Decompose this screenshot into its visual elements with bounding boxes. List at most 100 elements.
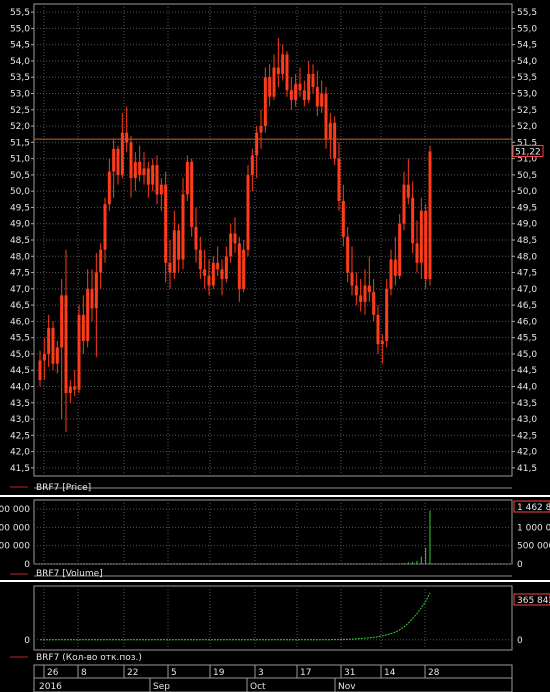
y-tick-label: 52,0	[517, 122, 537, 132]
candle-body	[224, 256, 228, 280]
volume-legend: BRF7 [Volume]	[36, 569, 103, 579]
candle-body	[86, 288, 90, 341]
candle-body	[255, 132, 259, 156]
candle-body	[419, 210, 423, 263]
candle-body	[142, 168, 146, 175]
y-tick-label: 55,0	[10, 24, 30, 34]
candle-body	[363, 285, 367, 302]
y-tick-label: 44,5	[10, 366, 30, 376]
date-day-label: 17	[300, 668, 311, 678]
y-tick-label: 44,5	[517, 366, 537, 376]
candle-body	[367, 285, 371, 293]
candle-body	[190, 161, 194, 227]
openint-gridlines	[34, 586, 512, 650]
volume-y-axis-right: 0 500 000 1 000 000	[517, 523, 550, 570]
candle-body	[73, 386, 77, 390]
volume-panel[interactable]: 0 500 000 1 000 000 1 500 000 0 500 000 1 000…	[0, 499, 550, 570]
date-day-label: 14	[384, 668, 396, 678]
y-tick-label: 46,5	[517, 301, 537, 311]
candle-body	[112, 148, 116, 172]
y-tick-label: 46,0	[10, 317, 30, 327]
candle-body	[107, 171, 111, 205]
candle-body	[64, 295, 68, 393]
openint-y-axis-right: 0	[517, 636, 523, 646]
candle-body	[216, 262, 220, 270]
candle-body	[428, 151, 432, 280]
candle-body	[272, 67, 276, 97]
price-legend: BRF7 [Price]	[36, 483, 91, 493]
candle-body	[242, 249, 246, 289]
candle-body	[151, 165, 155, 185]
y-tick-label: 48,5	[10, 236, 30, 246]
y-tick-label: 54,0	[10, 57, 30, 67]
last-openint-label: 365 842	[517, 596, 550, 606]
candle-body	[55, 347, 59, 364]
y-tick-label: 51,5	[10, 138, 30, 148]
y-tick-label: 50,0	[10, 187, 30, 197]
date-day-label: 8	[81, 668, 87, 678]
candle-body	[333, 122, 337, 159]
y-tick-label: 52,5	[517, 106, 537, 116]
y-tick-label: 1 000 000	[0, 523, 30, 533]
candle-body	[359, 295, 363, 302]
y-tick-label: 44,0	[10, 382, 30, 392]
candle-body	[168, 262, 172, 273]
y-tick-label: 41,5	[10, 464, 30, 474]
candle-body	[263, 77, 267, 127]
y-tick-label: 47,5	[517, 269, 537, 279]
y-tick-label: 55,5	[517, 8, 537, 18]
y-tick-label: 49,5	[10, 203, 30, 213]
date-day-label: 19	[213, 668, 225, 678]
date-day-label: 5	[171, 668, 177, 678]
candle-body	[324, 93, 328, 140]
candle-body	[198, 249, 202, 270]
candle-body	[237, 243, 241, 289]
volume-y-axis-left: 0 500 000 1 000 000 1 500 000	[0, 505, 30, 570]
openint-legend: BRF7 (Кол-во отк.поз.)	[36, 653, 142, 663]
price-panel[interactable]: 41,5 42,0 42,5 43,0 43,5 44,0 44,5 45,0 45,5 46,0…	[10, 3, 544, 477]
y-tick-label: 45,5	[10, 334, 30, 344]
y-tick-label: 54,5	[10, 41, 30, 51]
candle-body	[350, 272, 354, 286]
candle-body	[155, 165, 159, 195]
y-tick-label: 43,5	[10, 399, 30, 409]
volume-plot-frame	[33, 499, 513, 565]
y-tick-label: 45,0	[10, 350, 30, 360]
candle-body	[406, 184, 410, 198]
y-tick-label: 42,5	[517, 431, 537, 441]
openint-plot-frame	[33, 585, 513, 651]
y-tick-label: 49,0	[517, 220, 537, 230]
y-tick-label: 43,0	[517, 415, 537, 425]
y-tick-label: 50,0	[517, 187, 537, 197]
date-axis[interactable]: 26 8 22 5 19 3 17 31 14 28 2016 Sep Oct Nov	[33, 664, 513, 692]
candle-body	[94, 272, 98, 309]
y-tick-label: 50,5	[517, 171, 537, 181]
openint-panel[interactable]: 0 0 365 842	[24, 585, 550, 651]
date-day-label: 3	[258, 668, 264, 678]
candle-body	[415, 243, 419, 263]
candle-body	[337, 158, 341, 201]
candle-body	[51, 327, 55, 364]
y-tick-label: 53,0	[517, 90, 537, 100]
candle-body	[103, 204, 107, 250]
candle-body	[393, 259, 397, 276]
y-tick-label: 50,5	[10, 171, 30, 181]
y-tick-label: 0	[24, 636, 30, 646]
candle-body	[346, 236, 350, 273]
candle-body	[116, 148, 120, 175]
openint-line	[40, 592, 431, 641]
y-tick-label: 0	[517, 636, 523, 646]
candle-body	[220, 269, 224, 280]
candle-body	[229, 233, 233, 257]
y-tick-label: 43,0	[10, 415, 30, 425]
candle-body	[380, 340, 384, 345]
y-tick-label: 54,5	[517, 41, 537, 51]
candle-body	[38, 360, 42, 380]
y-tick-label: 52,0	[10, 122, 30, 132]
candle-body	[311, 73, 315, 88]
date-day-label: 28	[428, 668, 440, 678]
date-month-label: Nov	[338, 682, 356, 692]
y-tick-label: 49,5	[517, 203, 537, 213]
candle-body	[424, 210, 428, 280]
candle-body	[90, 288, 94, 309]
